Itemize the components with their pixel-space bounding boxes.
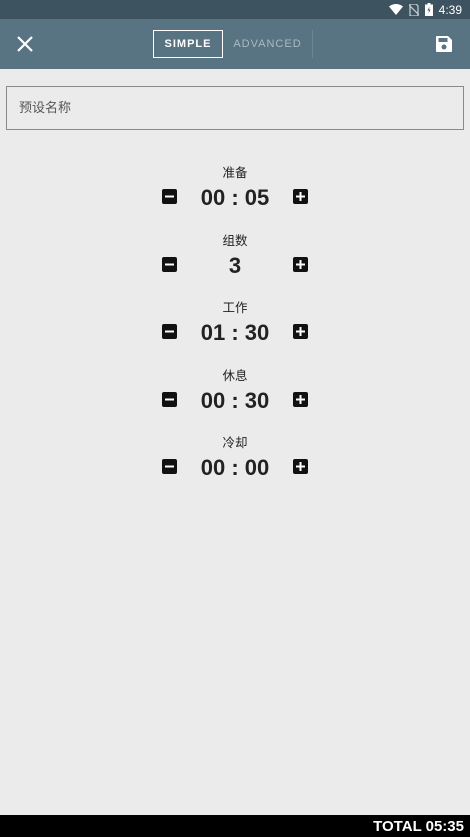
- close-icon[interactable]: [14, 33, 36, 55]
- setting-label: 组数: [222, 232, 248, 248]
- minus-icon[interactable]: [162, 391, 177, 407]
- toolbar: SIMPLE ADVANCED: [0, 19, 470, 69]
- setting-value[interactable]: 3: [185, 251, 285, 281]
- plus-icon[interactable]: [293, 459, 308, 474]
- minus-icon[interactable]: [162, 324, 177, 339]
- plus-icon[interactable]: [293, 324, 308, 339]
- minus-icon[interactable]: [162, 189, 177, 204]
- plus-icon[interactable]: [293, 189, 308, 204]
- wifi-icon: [388, 4, 403, 15]
- setting-value[interactable]: 00 : 30: [185, 386, 285, 416]
- minus-icon[interactable]: [162, 256, 177, 272]
- setting-prepare: 准备 00 : 05: [0, 160, 470, 228]
- setting-value[interactable]: 01 : 30: [185, 318, 285, 348]
- setting-sets: 组数 3: [0, 228, 470, 296]
- setting-label: 工作: [222, 300, 248, 315]
- settings-list: 准备 00 : 05 组数 3 工作 01 : 30 休息 00 : 30 冷却: [0, 160, 470, 498]
- setting-rest: 休息 00 : 30: [0, 363, 470, 431]
- plus-icon[interactable]: [293, 391, 308, 407]
- setting-value[interactable]: 00 : 00: [185, 453, 285, 483]
- tab-simple[interactable]: SIMPLE: [153, 30, 223, 58]
- preset-name-input[interactable]: [6, 86, 464, 130]
- total-bar: TOTAL 05:35: [0, 815, 470, 837]
- setting-work: 工作 01 : 30: [0, 295, 470, 363]
- setting-cooldown: 冷却 00 : 00: [0, 430, 470, 498]
- battery-icon: [424, 3, 433, 16]
- status-bar: 4:39: [0, 0, 470, 19]
- total-label: TOTAL 05:35: [373, 817, 464, 835]
- setting-label: 休息: [222, 367, 248, 383]
- setting-label: 准备: [222, 165, 248, 180]
- minus-icon[interactable]: [162, 459, 177, 474]
- setting-label: 冷却: [222, 435, 248, 450]
- mode-tabs: SIMPLE ADVANCED: [153, 30, 313, 58]
- plus-icon[interactable]: [293, 256, 308, 272]
- status-time: 4:39: [438, 2, 462, 17]
- save-icon[interactable]: [434, 34, 454, 54]
- no-sim-icon: [408, 3, 419, 16]
- tab-advanced[interactable]: ADVANCED: [223, 30, 313, 58]
- setting-value[interactable]: 00 : 05: [185, 183, 285, 213]
